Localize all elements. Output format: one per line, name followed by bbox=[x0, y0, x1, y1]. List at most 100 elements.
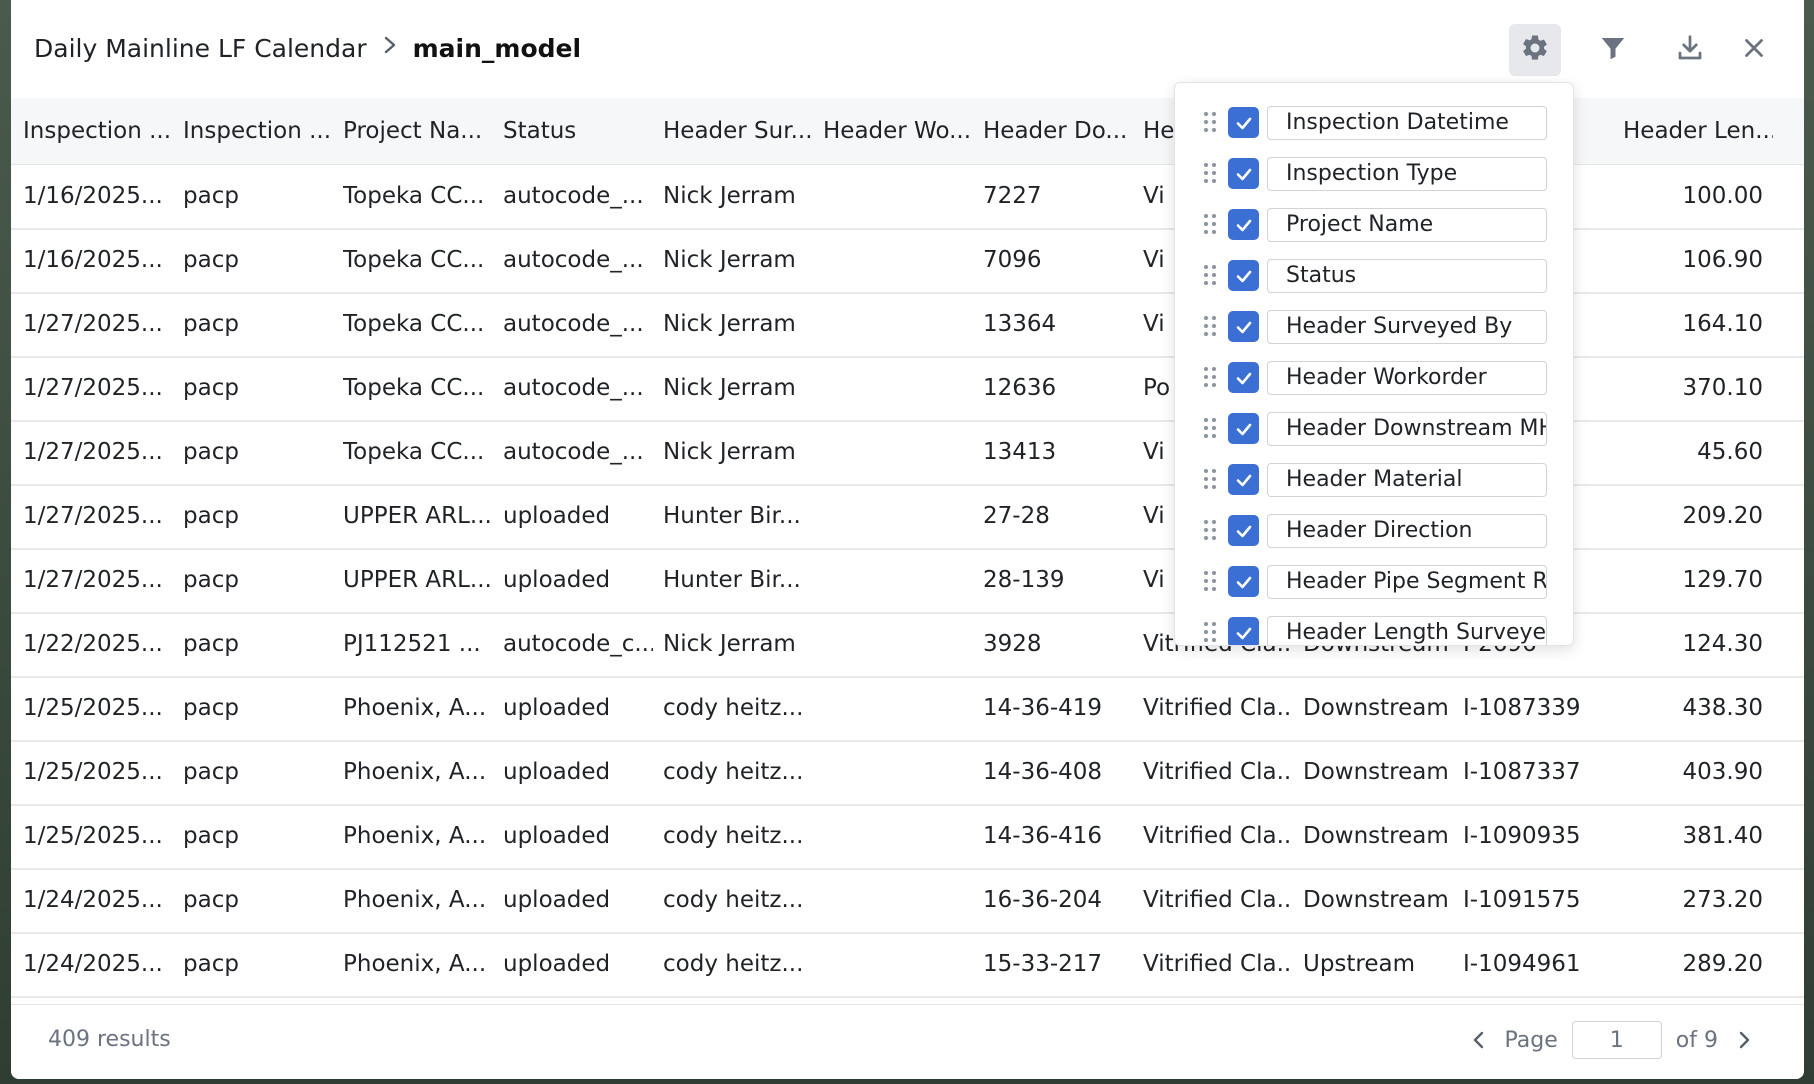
column-checkbox[interactable] bbox=[1228, 515, 1259, 546]
table-cell: 1/16/2025... bbox=[23, 183, 163, 209]
column-header[interactable]: Header Wo... bbox=[823, 98, 973, 164]
settings-button[interactable] bbox=[1509, 24, 1561, 76]
table-cell bbox=[823, 932, 973, 996]
column-toggle-item[interactable]: Header Direction bbox=[1175, 505, 1573, 556]
table-cell: 370.10 bbox=[1682, 375, 1763, 401]
column-header[interactable]: Header Do... bbox=[983, 98, 1133, 164]
column-checkbox[interactable] bbox=[1228, 209, 1259, 240]
column-toggle-item[interactable]: Inspection Datetime bbox=[1175, 97, 1573, 148]
table-cell: uploaded bbox=[503, 951, 611, 977]
table-row[interactable]: 1/25/2025... pacp Phoenix, A... uploaded cod… bbox=[11, 676, 1804, 742]
table-cell: I-1087337 bbox=[1463, 759, 1581, 785]
column-checkbox[interactable] bbox=[1228, 413, 1259, 444]
drag-handle-icon[interactable] bbox=[1203, 570, 1217, 592]
table-cell: pacp bbox=[183, 439, 239, 465]
table-cell: 1/25/2025... bbox=[23, 823, 163, 849]
column-header[interactable]: Header Sur... bbox=[663, 98, 813, 164]
column-checkbox[interactable] bbox=[1228, 158, 1259, 189]
column-checkbox[interactable] bbox=[1228, 107, 1259, 138]
table-cell: pacp bbox=[183, 759, 239, 785]
drag-handle-icon[interactable] bbox=[1203, 213, 1217, 235]
drag-handle-icon[interactable] bbox=[1203, 315, 1217, 337]
column-header[interactable]: Inspection ... bbox=[183, 98, 333, 164]
column-name-field[interactable]: Header Length Surveyed bbox=[1267, 616, 1547, 645]
table-cell: I-1087339 bbox=[1463, 695, 1581, 721]
column-toggle-item[interactable]: Header Downstream MH bbox=[1175, 403, 1573, 454]
drag-handle-icon[interactable] bbox=[1203, 417, 1217, 439]
column-checkbox[interactable] bbox=[1228, 617, 1259, 645]
column-toggle-item[interactable]: Status bbox=[1175, 250, 1573, 301]
column-toggle-item[interactable]: Header Length Surveyed bbox=[1175, 607, 1573, 645]
column-name-field[interactable]: Inspection Type bbox=[1267, 157, 1547, 191]
column-checkbox[interactable] bbox=[1228, 566, 1259, 597]
breadcrumb: Daily Mainline LF Calendar main_model bbox=[34, 30, 581, 66]
chevron-right-icon bbox=[383, 35, 397, 61]
column-toggle-item[interactable]: Project Name bbox=[1175, 199, 1573, 250]
table-cell: cody heitz... bbox=[663, 823, 804, 849]
table-cell: pacp bbox=[183, 887, 239, 913]
column-toggle-item[interactable]: Inspection Type bbox=[1175, 148, 1573, 199]
breadcrumb-parent[interactable]: Daily Mainline LF Calendar bbox=[34, 34, 367, 63]
table-cell: pacp bbox=[183, 247, 239, 273]
table-row[interactable]: 1/25/2025... pacp Phoenix, A... uploaded cod… bbox=[11, 740, 1804, 806]
column-toggle-item[interactable]: Header Pipe Segment Reference bbox=[1175, 556, 1573, 607]
table-footer: 409 results Page of 9 bbox=[11, 1004, 1804, 1079]
table-cell: pacp bbox=[183, 311, 239, 337]
table-cell: 7227 bbox=[983, 183, 1042, 209]
drag-handle-icon[interactable] bbox=[1203, 519, 1217, 541]
table-cell: 209.20 bbox=[1682, 503, 1763, 529]
page-label: Page bbox=[1504, 1027, 1558, 1053]
table-cell: 1/16/2025... bbox=[23, 247, 163, 273]
table-cell: pacp bbox=[183, 631, 239, 657]
column-checkbox[interactable] bbox=[1228, 362, 1259, 393]
close-icon bbox=[1739, 33, 1769, 67]
column-name-field[interactable]: Header Pipe Segment Reference bbox=[1267, 565, 1547, 599]
drag-handle-icon[interactable] bbox=[1203, 111, 1217, 133]
table-cell: pacp bbox=[183, 567, 239, 593]
column-header[interactable]: Status bbox=[503, 98, 653, 164]
table-row[interactable]: 1/25/2025... pacp Phoenix, A... uploaded cod… bbox=[11, 804, 1804, 870]
table-cell: Topeka CC... bbox=[343, 375, 485, 401]
column-toggle-item[interactable]: Header Surveyed By bbox=[1175, 301, 1573, 352]
column-name-field[interactable]: Header Workorder bbox=[1267, 361, 1547, 395]
column-header[interactable]: Project Na... bbox=[343, 98, 493, 164]
table-row[interactable]: 1/24/2025... pacp Phoenix, A... uploaded cod… bbox=[11, 932, 1804, 998]
column-name-field[interactable]: Inspection Datetime bbox=[1267, 106, 1547, 140]
column-name-field[interactable]: Header Direction bbox=[1267, 514, 1547, 548]
download-button[interactable] bbox=[1664, 24, 1716, 76]
drag-handle-icon[interactable] bbox=[1203, 264, 1217, 286]
drag-handle-icon[interactable] bbox=[1203, 621, 1217, 643]
column-name-field[interactable]: Header Surveyed By bbox=[1267, 310, 1547, 344]
column-toggle-item[interactable]: Header Material bbox=[1175, 454, 1573, 505]
page-number-input[interactable] bbox=[1571, 1021, 1662, 1059]
table-cell: 289.20 bbox=[1682, 951, 1763, 977]
column-header[interactable]: Inspection ... bbox=[23, 98, 173, 164]
column-name-field[interactable]: Project Name bbox=[1267, 208, 1547, 242]
column-checkbox[interactable] bbox=[1228, 260, 1259, 291]
table-cell: 28-139 bbox=[983, 567, 1065, 593]
drag-handle-icon[interactable] bbox=[1203, 468, 1217, 490]
filter-button[interactable] bbox=[1587, 24, 1639, 76]
table-cell bbox=[823, 484, 973, 548]
gear-icon bbox=[1520, 33, 1550, 67]
results-count: 409 results bbox=[48, 1027, 171, 1052]
drag-handle-icon[interactable] bbox=[1203, 366, 1217, 388]
table-cell: 273.20 bbox=[1682, 887, 1763, 913]
close-button[interactable] bbox=[1728, 24, 1780, 76]
column-checkbox[interactable] bbox=[1228, 464, 1259, 495]
table-cell: I-1090935 bbox=[1463, 823, 1581, 849]
chevron-right-icon[interactable] bbox=[1734, 1030, 1754, 1050]
column-header[interactable]: Header Len... bbox=[1623, 98, 1773, 164]
table-row[interactable]: 1/24/2025... pacp Phoenix, A... uploaded cod… bbox=[11, 868, 1804, 934]
column-checkbox[interactable] bbox=[1228, 311, 1259, 342]
table-cell: pacp bbox=[183, 823, 239, 849]
column-name-field[interactable]: Status bbox=[1267, 259, 1547, 293]
table-cell: Phoenix, A... bbox=[343, 759, 487, 785]
drag-handle-icon[interactable] bbox=[1203, 162, 1217, 184]
column-name-field[interactable]: Header Downstream MH bbox=[1267, 412, 1547, 446]
table-cell: uploaded bbox=[503, 695, 611, 721]
table-cell bbox=[823, 804, 973, 868]
chevron-left-icon[interactable] bbox=[1469, 1030, 1489, 1050]
column-toggle-item[interactable]: Header Workorder bbox=[1175, 352, 1573, 403]
column-name-field[interactable]: Header Material bbox=[1267, 463, 1547, 497]
